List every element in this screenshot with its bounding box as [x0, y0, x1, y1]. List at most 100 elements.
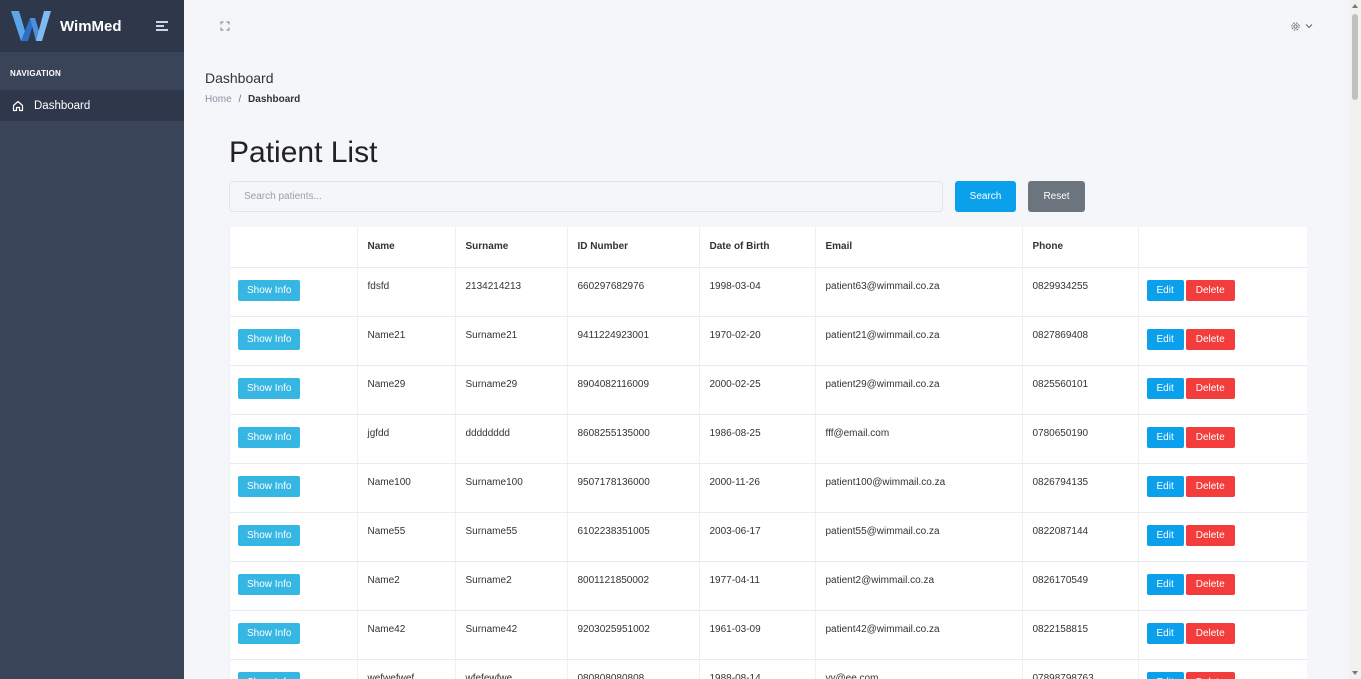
delete-button[interactable]: Delete [1185, 524, 1235, 546]
cell-row-actions: EditDelete [1137, 659, 1307, 679]
sidebar: WimMed NAVIGATION Dashboard [0, 0, 184, 679]
sidebar-item-dashboard[interactable]: Dashboard [0, 90, 184, 121]
edit-button[interactable]: Edit [1146, 279, 1184, 301]
delete-button[interactable]: Delete [1185, 328, 1235, 350]
cell-row-actions: EditDelete [1137, 512, 1307, 562]
cell-date-of-birth: 1961-03-09 [698, 610, 815, 660]
cell-phone: 07898798763 [1021, 659, 1138, 679]
delete-button[interactable]: Delete [1185, 573, 1235, 595]
cell-id-number: 660297682976 [566, 267, 699, 317]
cell-surname: Surname29 [454, 365, 567, 415]
show-info-button[interactable]: Show Info [238, 573, 301, 595]
edit-button[interactable]: Edit [1146, 671, 1184, 679]
table-row: Show Info Name29 Surname29 8904082116009 200… [230, 365, 1307, 415]
cell-name: jgfdd [356, 414, 455, 464]
cell-date-of-birth: 2000-02-25 [698, 365, 815, 415]
column-header-date-of-birth: Date of Birth [698, 227, 815, 268]
reset-button[interactable]: Reset [1028, 181, 1085, 212]
cell-surname: 2134214213 [454, 267, 567, 317]
cell-email: patient2@wimmail.co.za [814, 561, 1022, 611]
brand-name[interactable]: WimMed [60, 18, 156, 35]
cell-id-number: 9411224923001 [566, 316, 699, 366]
patients-table-container: Name Surname ID Number Date of Birth Ema… [229, 227, 1307, 679]
cell-phone: 0822158815 [1021, 610, 1138, 660]
scroll-thumb[interactable] [1352, 14, 1358, 100]
table-row: Show Info Name42 Surname42 9203025951002 196… [230, 610, 1307, 660]
cell-surname: Surname42 [454, 610, 567, 660]
show-info-button[interactable]: Show Info [238, 279, 301, 301]
wimmed-logo-icon[interactable] [8, 8, 52, 44]
breadcrumb-current: Dashboard [248, 94, 301, 105]
breadcrumb-home[interactable]: Home [205, 94, 232, 105]
column-header-name: Name [356, 227, 455, 268]
table-row: Show Info Name100 Surname100 9507178136000 2… [230, 463, 1307, 513]
edit-button[interactable]: Edit [1146, 328, 1184, 350]
page-scrollbar[interactable] [1349, 0, 1361, 679]
fullscreen-icon[interactable] [220, 21, 230, 31]
column-header-email: Email [814, 227, 1022, 268]
cell-name: Name100 [356, 463, 455, 513]
topbar [184, 0, 1349, 52]
delete-button[interactable]: Delete [1185, 475, 1235, 497]
column-header-phone: Phone [1021, 227, 1138, 268]
cell-show-info: Show Info [230, 463, 357, 513]
column-header-actions-right [1137, 227, 1307, 268]
cell-surname: wfefewfwe [454, 659, 567, 679]
show-info-button[interactable]: Show Info [238, 328, 301, 350]
cell-phone: 0826170549 [1021, 561, 1138, 611]
delete-button[interactable]: Delete [1185, 671, 1235, 679]
search-input[interactable] [229, 181, 943, 212]
scroll-down-arrow-icon[interactable] [1352, 671, 1358, 675]
scroll-up-arrow-icon[interactable] [1352, 4, 1358, 8]
cell-show-info: Show Info [230, 659, 357, 679]
nav-heading: NAVIGATION [10, 69, 62, 78]
cell-email: patient100@wimmail.co.za [814, 463, 1022, 513]
edit-button[interactable]: Edit [1146, 475, 1184, 497]
cell-surname: Surname21 [454, 316, 567, 366]
cell-show-info: Show Info [230, 365, 357, 415]
show-info-button[interactable]: Show Info [238, 671, 301, 679]
edit-button[interactable]: Edit [1146, 573, 1184, 595]
table-header-row: Name Surname ID Number Date of Birth Ema… [230, 227, 1307, 268]
show-info-button[interactable]: Show Info [238, 377, 301, 399]
cell-id-number: 8608255135000 [566, 414, 699, 464]
show-info-button[interactable]: Show Info [238, 524, 301, 546]
show-info-button[interactable]: Show Info [238, 426, 301, 448]
delete-button[interactable]: Delete [1185, 279, 1235, 301]
cell-row-actions: EditDelete [1137, 365, 1307, 415]
cell-surname: dddddddd [454, 414, 567, 464]
cell-surname: Surname55 [454, 512, 567, 562]
table-row: Show Info jgfdd dddddddd 8608255135000 1986-… [230, 414, 1307, 464]
cell-phone: 0822087144 [1021, 512, 1138, 562]
column-header-id-number: ID Number [566, 227, 699, 268]
table-row: Show Info Name21 Surname21 9411224923001 197… [230, 316, 1307, 366]
edit-button[interactable]: Edit [1146, 524, 1184, 546]
show-info-button[interactable]: Show Info [238, 475, 301, 497]
cell-row-actions: EditDelete [1137, 561, 1307, 611]
search-button[interactable]: Search [955, 181, 1016, 212]
cell-row-actions: EditDelete [1137, 316, 1307, 366]
delete-button[interactable]: Delete [1185, 377, 1235, 399]
cell-show-info: Show Info [230, 561, 357, 611]
edit-button[interactable]: Edit [1146, 426, 1184, 448]
edit-button[interactable]: Edit [1146, 622, 1184, 644]
cell-name: fdsfd [356, 267, 455, 317]
table-row: Show Info Name55 Surname55 6102238351005 200… [230, 512, 1307, 562]
cell-show-info: Show Info [230, 316, 357, 366]
cell-email: patient29@wimmail.co.za [814, 365, 1022, 415]
cell-id-number: 8001121850002 [566, 561, 699, 611]
breadcrumb: Home / Dashboard [205, 94, 300, 105]
edit-button[interactable]: Edit [1146, 377, 1184, 399]
menu-toggle-icon[interactable] [156, 21, 170, 31]
delete-button[interactable]: Delete [1185, 622, 1235, 644]
cell-id-number: 6102238351005 [566, 512, 699, 562]
show-info-button[interactable]: Show Info [238, 622, 301, 644]
cell-date-of-birth: 2000-11-26 [698, 463, 815, 513]
cell-surname: Surname100 [454, 463, 567, 513]
settings-dropdown[interactable] [1290, 21, 1313, 32]
delete-button[interactable]: Delete [1185, 426, 1235, 448]
cell-show-info: Show Info [230, 414, 357, 464]
cell-date-of-birth: 1970-02-20 [698, 316, 815, 366]
home-icon [12, 100, 24, 111]
breadcrumb-separator: / [238, 94, 242, 105]
